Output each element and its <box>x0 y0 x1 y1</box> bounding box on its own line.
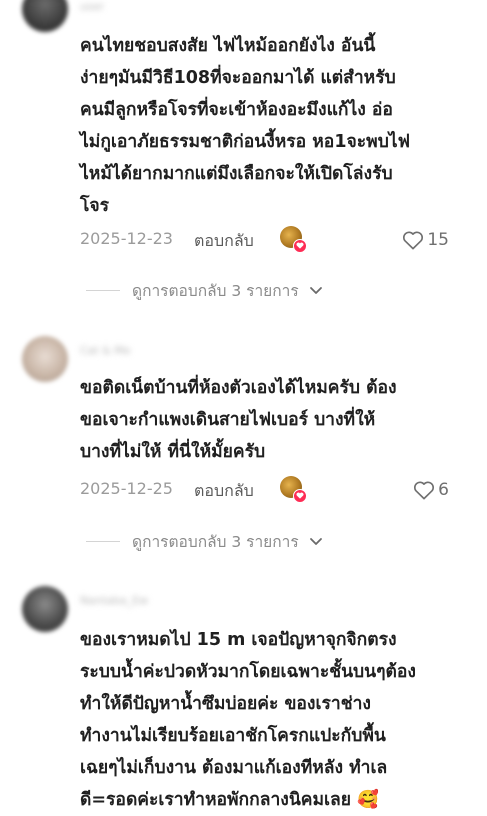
like-button[interactable]: 15 <box>402 227 449 253</box>
comment-line: ทำงานไม่เรียบร้อยเอาชักโครกแปะกับพื้น <box>80 726 386 746</box>
view-replies-button[interactable]: ดูการตอบกลับ 3 รายการ <box>86 529 323 553</box>
avatar[interactable] <box>22 586 68 632</box>
heart-outline-icon <box>403 231 424 250</box>
comment-text: ขอติดเน็ตบ้านที่ห้องตัวเองได้ไหมครับ ต้อ… <box>80 372 470 468</box>
comment-line: เฉยๆไม่เก็บงาน ต้องมาแก้เองทีหลัง ทำเล <box>80 758 388 778</box>
comment-line: คนมีลูกหรือโจรที่จะเข้าห้องอะมึงแก้ไง อ่… <box>80 100 393 120</box>
creator-heart-icon <box>293 489 307 503</box>
chevron-down-icon <box>309 537 323 546</box>
comment-item: Nantaba_Ew ของเราหมดไป 15 m เจอปัญหาจุกจ… <box>0 578 487 814</box>
comment-text: คนไทยชอบสงสัย ไฟไหม้ออกยังไง อันนี้ ง่าย… <box>80 30 470 222</box>
comment-line: ไหม้ได้ยากมากแต่มึงเลือกจะให้เปิดโล่งรับ <box>80 164 393 184</box>
username[interactable]: Nantaba_Ew <box>80 594 148 608</box>
view-replies-label: ดูการตอบกลับ 3 รายการ <box>132 532 299 551</box>
avatar[interactable] <box>22 336 68 382</box>
comment-meta: 2025-12-23 ตอบกลับ 15 <box>80 226 449 254</box>
view-replies-label: ดูการตอบกลับ 3 รายการ <box>132 281 299 300</box>
comment-item: user คนไทยชอบสงสัย ไฟไหม้ออกยังไง อันนี้… <box>0 0 487 310</box>
like-button[interactable]: 6 <box>413 477 449 503</box>
comment-meta: 2025-12-25 ตอบกลับ 6 <box>80 476 449 504</box>
comment-line: ขอเจาะกำแพงเดินสายไฟเบอร์ บางที่ให้ <box>80 410 376 430</box>
username[interactable]: user <box>80 0 104 14</box>
comment-line: ง่ายๆมันมีวิธี108ที่จะออกมาได้ แต่สำหรับ <box>80 68 396 88</box>
divider-line <box>86 289 120 291</box>
comment-item: Cat & Me ขอติดเน็ตบ้านที่ห้องตัวเองได้ไห… <box>0 330 487 560</box>
comment-line: ทำให้ดีปัญหาน้ำซึมบ่อยค่ะ ของเราช่าง <box>80 694 371 714</box>
chevron-down-icon <box>309 286 323 295</box>
comment-text: ของเราหมดไป 15 m เจอปัญหาจุกจิกตรง ระบบน… <box>80 624 470 816</box>
avatar[interactable] <box>22 0 68 32</box>
comment-line: คนไทยชอบสงสัย ไฟไหม้ออกยังไง อันนี้ <box>80 36 376 56</box>
heart-outline-icon <box>414 481 435 500</box>
comment-line: บางที่ไม่ให้ ที่นี่ให้มั้ยครับ <box>80 442 266 462</box>
comment-line: ระบบน้ำค่ะปวดหัวมากโดยเฉพาะชั้นบนๆต้อง <box>80 662 416 682</box>
username[interactable]: Cat & Me <box>80 344 131 358</box>
divider-line <box>86 540 120 542</box>
reply-button[interactable]: ตอบกลับ <box>194 479 254 504</box>
like-count: 15 <box>427 230 449 250</box>
like-count: 6 <box>438 480 449 500</box>
comment-line: ไม่กูเอาภัยธรรมชาติก่อนงี้หรอ หอ1จะพบไฟ <box>80 132 410 152</box>
reply-button[interactable]: ตอบกลับ <box>194 229 254 254</box>
comment-line: ของเราหมดไป 15 m เจอปัญหาจุกจิกตรง <box>80 630 397 650</box>
comment-line: ขอติดเน็ตบ้านที่ห้องตัวเองได้ไหมครับ ต้อ… <box>80 378 397 398</box>
comment-date: 2025-12-25 <box>80 479 173 498</box>
creator-heart-icon <box>293 239 307 253</box>
view-replies-button[interactable]: ดูการตอบกลับ 3 รายการ <box>86 278 323 302</box>
comment-line: โจร <box>80 196 110 216</box>
comment-date: 2025-12-23 <box>80 229 173 248</box>
comment-line: ดี=รอดค่ะเราทำหอพักกลางนิคมเลย 🥰 <box>80 790 379 810</box>
